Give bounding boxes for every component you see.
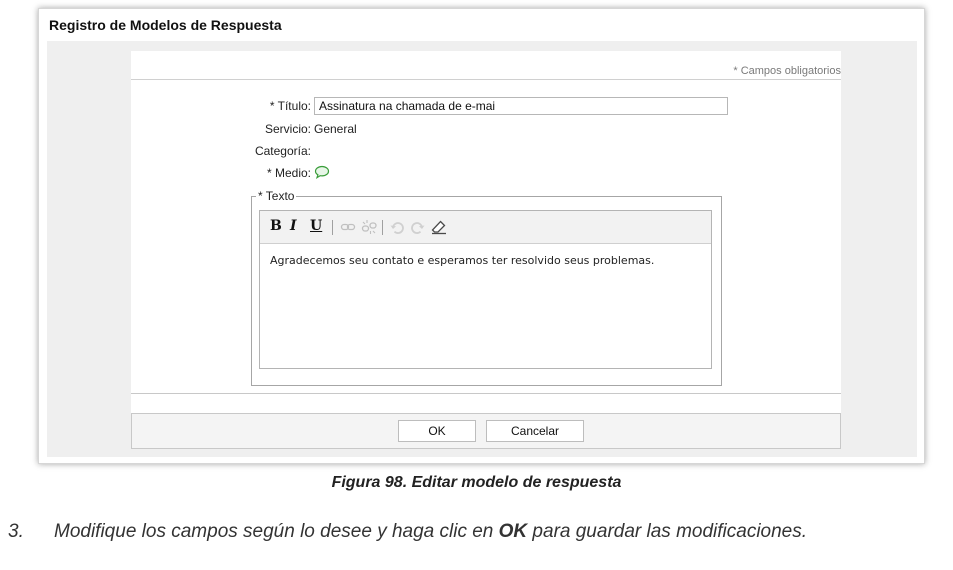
modal-panel: Registro de Modelos de Respuesta * Campo… xyxy=(38,8,925,464)
rich-text-editor: B I U Agradecemos seu contato e esperamo… xyxy=(259,210,712,369)
figure-caption: Figura 98. Editar modelo de respuesta xyxy=(331,474,622,491)
underline-button[interactable]: U xyxy=(310,218,322,234)
step-text-bold: OK xyxy=(498,521,528,542)
editor-toolbar: B I U xyxy=(260,211,711,244)
panel-body: * Campos obligatorios * Título: Servicio… xyxy=(47,41,917,457)
divider xyxy=(131,393,841,394)
step-text: Modifique los campos según lo desee y ha… xyxy=(54,521,904,543)
step-text-suffix: para guardar las modificaciones. xyxy=(527,521,808,542)
undo-icon[interactable] xyxy=(389,219,405,235)
editor-content[interactable]: Agradecemos seu contato e esperamos ter … xyxy=(270,254,700,267)
texto-fieldset: * Texto B I U Agradecemos seu contato e … xyxy=(251,189,722,386)
italic-button[interactable]: I xyxy=(290,218,297,234)
toolbar-separator xyxy=(332,220,333,235)
required-fields-note: * Campos obligatorios xyxy=(733,65,841,77)
servicio-label: Servicio: xyxy=(264,122,311,136)
servicio-value: General xyxy=(314,122,357,136)
categoria-label: Categoría: xyxy=(254,144,311,158)
step-number: 3. xyxy=(8,521,24,542)
bold-button[interactable]: B xyxy=(270,218,282,234)
titulo-label: * Título: xyxy=(269,99,311,113)
link-icon[interactable] xyxy=(340,219,356,235)
button-bar: OK Cancelar xyxy=(131,413,841,449)
medio-label: * Medio: xyxy=(266,166,311,180)
ok-button[interactable]: OK xyxy=(398,420,476,442)
divider xyxy=(131,79,841,80)
step-text-prefix: Modifique los campos según lo desee y ha… xyxy=(54,521,499,542)
toolbar-separator xyxy=(382,220,383,235)
unlink-icon[interactable] xyxy=(361,219,377,235)
titulo-input[interactable] xyxy=(314,97,728,115)
eraser-icon[interactable] xyxy=(431,219,447,235)
panel-title: Registro de Modelos de Respuesta xyxy=(49,17,282,33)
speech-bubble-icon xyxy=(314,165,330,179)
form-card: * Campos obligatorios * Título: Servicio… xyxy=(131,51,841,449)
cancel-button[interactable]: Cancelar xyxy=(486,420,584,442)
redo-icon[interactable] xyxy=(410,219,426,235)
texto-legend: * Texto xyxy=(256,189,297,203)
